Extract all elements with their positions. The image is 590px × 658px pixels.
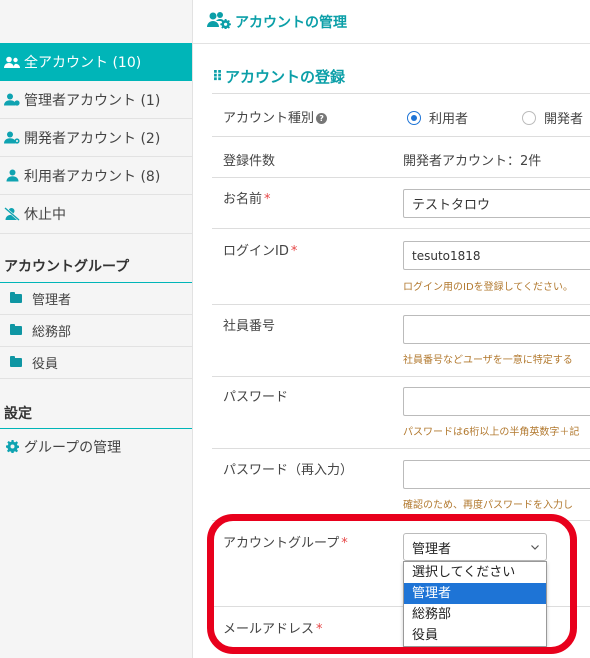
section-title: ⠿ アカウントの登録 — [212, 66, 345, 87]
account-group-select-value: 管理者 — [412, 541, 452, 557]
sidebar-item-suspended[interactable]: 休止中 — [0, 195, 192, 234]
radio-button[interactable] — [522, 110, 536, 125]
users-gear-icon — [207, 11, 231, 33]
sidebar-item-label: 全アカウント (10) — [24, 55, 142, 71]
required-mark: * — [316, 622, 323, 637]
required-mark: * — [290, 244, 298, 259]
count-row: 登録件数 開発者アカウント：2件 — [212, 137, 590, 178]
account-type-row: アカウント種別? 利用者 開発者 — [212, 94, 590, 137]
required-mark: * — [341, 536, 348, 551]
section-title-text: アカウントの登録 — [224, 68, 345, 86]
chevron-down-icon — [531, 545, 539, 550]
user-slash-icon — [2, 207, 22, 221]
password-row: パスワード パスワードは6桁以上の半角英数字＋記 — [212, 377, 590, 449]
folder-icon — [10, 356, 22, 367]
account-group-select[interactable]: 管理者 — [403, 533, 547, 561]
dropdown-option[interactable]: 選択してください — [404, 562, 546, 583]
dropdown-option[interactable]: 総務部 — [404, 604, 546, 625]
password-input[interactable] — [403, 387, 590, 416]
radio-label: 利用者 — [429, 112, 469, 127]
sidebar-item-developer-accounts[interactable]: 開発者アカウント (2) — [0, 119, 192, 157]
password-hint: パスワードは6桁以上の半角英数字＋記 — [403, 427, 580, 438]
developer-user-icon — [2, 131, 22, 144]
sidebar-item-group-management[interactable]: グループの管理 — [0, 429, 192, 464]
sidebar-group-label: 総務部 — [32, 325, 72, 340]
login-id-input[interactable]: tesuto1818 — [403, 241, 590, 270]
sidebar: 全アカウント (10) 管理者アカウント (1) 開発者アカウント (2) 利用… — [0, 0, 193, 658]
login-id-row: ログインID * tesuto1818 ログイン用のIDを登録してください。 — [212, 229, 590, 305]
sidebar-group-item[interactable]: 管理者 — [0, 283, 192, 315]
sidebar-item-label: 休止中 — [24, 207, 66, 223]
account-group-label: アカウントグループ * — [223, 536, 348, 551]
sidebar-group-label: 役員 — [32, 357, 59, 372]
user-icon — [2, 169, 22, 182]
password-label: パスワード — [223, 390, 289, 405]
folder-icon — [10, 324, 22, 335]
sidebar-item-user-accounts[interactable]: 利用者アカウント (8) — [0, 157, 192, 195]
sidebar-section-account-group: アカウントグループ — [0, 256, 192, 283]
password-confirm-input[interactable] — [403, 460, 590, 489]
sidebar-item-admin-accounts[interactable]: 管理者アカウント (1) — [0, 81, 192, 119]
count-label: 登録件数 — [223, 154, 276, 169]
radio-button-selected[interactable] — [407, 110, 421, 125]
login-id-label: ログインID * — [223, 244, 298, 259]
sidebar-item-label: 管理者アカウント (1) — [24, 92, 161, 109]
users-icon — [2, 56, 22, 69]
employee-no-input[interactable] — [403, 315, 590, 344]
password-confirm-row: パスワード（再入力） 確認のため、再度パスワードを入力し — [212, 449, 590, 521]
dropdown-option-selected[interactable]: 管理者 — [404, 583, 546, 604]
radio-developer[interactable]: 開発者 — [522, 108, 583, 127]
sidebar-section-settings: 設定 — [0, 403, 192, 429]
page-header: アカウントの管理 — [193, 0, 590, 44]
radio-label: 開発者 — [544, 112, 584, 127]
login-id-hint: ログイン用のIDを登録してください。 — [403, 282, 574, 293]
password-confirm-label: パスワード（再入力） — [223, 463, 354, 478]
admin-user-icon — [2, 93, 22, 106]
name-row: お名前 * テストタロウ — [212, 178, 590, 229]
help-icon[interactable]: ? — [316, 113, 328, 124]
name-label: お名前 * — [223, 192, 271, 207]
account-group-dropdown: 選択してください 管理者 総務部 役員 — [403, 561, 547, 647]
sidebar-item-all-accounts[interactable]: 全アカウント (10) — [0, 43, 192, 81]
folder-icon — [10, 292, 22, 303]
grip-icon: ⠿ — [212, 68, 223, 85]
sidebar-item-label: 開発者アカウント (2) — [24, 130, 161, 147]
gear-icon — [2, 440, 22, 453]
password-confirm-hint: 確認のため、再度パスワードを入力し — [403, 500, 573, 511]
radio-user[interactable]: 利用者 — [407, 108, 468, 127]
name-input[interactable]: テストタロウ — [403, 189, 590, 218]
dropdown-option[interactable]: 役員 — [404, 625, 546, 646]
employee-no-label: 社員番号 — [223, 319, 276, 334]
page-title: アカウントの管理 — [235, 14, 347, 31]
sidebar-item-label: グループの管理 — [24, 439, 122, 456]
employee-no-hint: 社員番号などユーザを一意に特定する — [403, 355, 573, 366]
count-value: 開発者アカウント：2件 — [403, 154, 542, 169]
employee-no-row: 社員番号 社員番号などユーザを一意に特定する — [212, 305, 590, 377]
email-label: メールアドレス * — [223, 622, 323, 637]
sidebar-item-label: 利用者アカウント (8) — [24, 168, 161, 185]
account-type-label: アカウント種別? — [223, 107, 328, 126]
sidebar-group-item[interactable]: 役員 — [0, 347, 192, 379]
sidebar-group-label: 管理者 — [32, 293, 72, 308]
required-mark: * — [264, 192, 271, 207]
sidebar-group-item[interactable]: 総務部 — [0, 315, 192, 347]
